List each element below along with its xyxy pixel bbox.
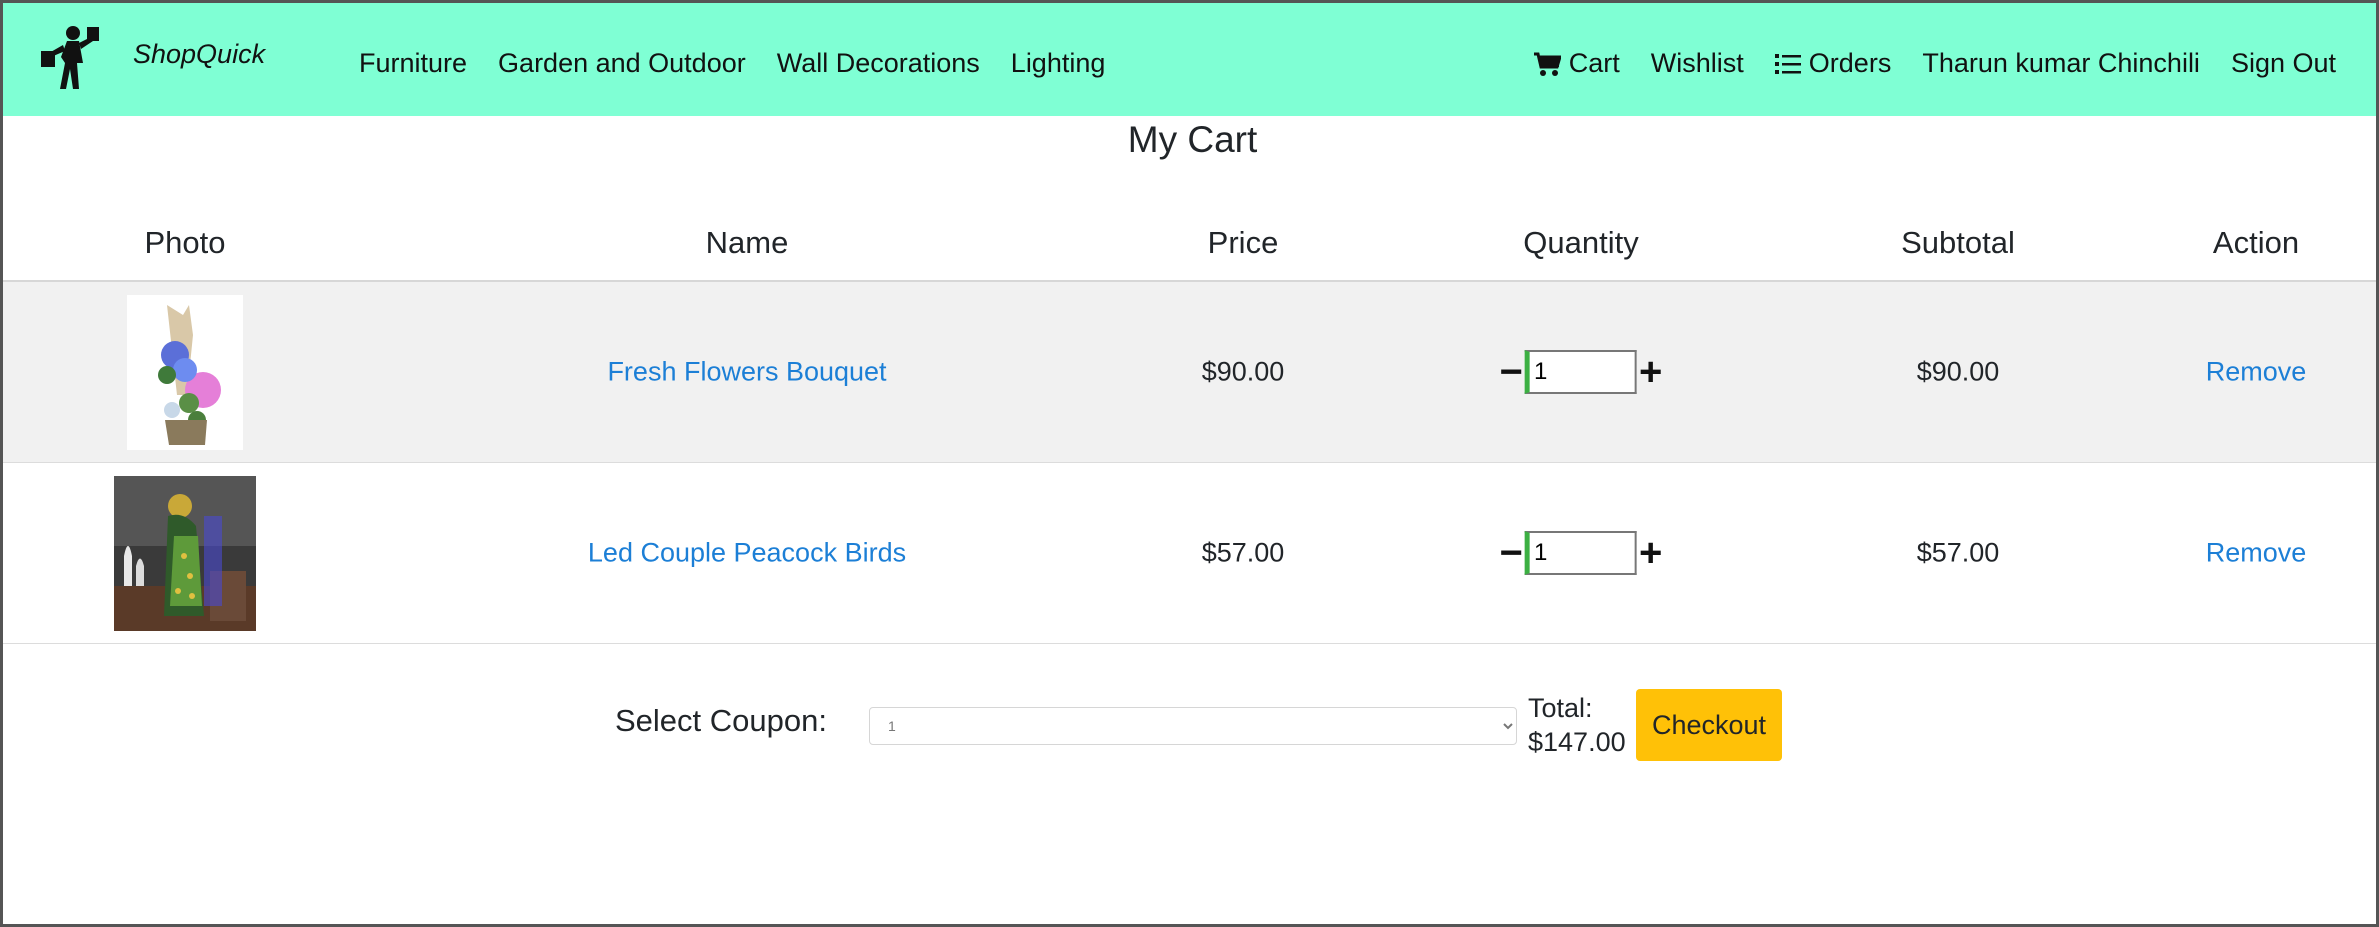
page-title: My Cart <box>1127 119 1258 160</box>
header-quantity: Quantity <box>1523 225 1639 260</box>
product-subtotal: $90.00 <box>1916 356 2000 387</box>
coupon-label: Select Coupon: <box>615 703 827 738</box>
total-label: Total: <box>1528 693 1593 723</box>
product-price: $57.00 <box>1201 537 1285 568</box>
remove-link[interactable]: Remove <box>2206 357 2307 388</box>
nav-user-name[interactable]: Tharun kumar Chinchili <box>1922 48 2200 79</box>
quantity-stepper: − + <box>1500 350 1662 394</box>
nav-furniture[interactable]: Furniture <box>359 48 467 79</box>
quantity-stepper: − + <box>1500 531 1662 575</box>
table-row: Fresh Flowers Bouquet $90.00 − + $90.00 … <box>3 282 2376 463</box>
coupon-select[interactable]: 1 <box>869 707 1517 745</box>
product-subtotal: $57.00 <box>1916 537 2000 568</box>
increment-button[interactable]: + <box>1639 352 1662 392</box>
header-photo: Photo <box>144 225 226 260</box>
nav-garden-outdoor[interactable]: Garden and Outdoor <box>498 48 746 79</box>
nav-orders-label: Orders <box>1808 48 1892 78</box>
navbar: ShopQuick Furniture Garden and Outdoor W… <box>3 3 2376 116</box>
total-value: $147.00 <box>1528 727 1626 757</box>
product-name-link[interactable]: Fresh Flowers Bouquet <box>607 357 886 388</box>
quantity-input[interactable] <box>1525 350 1637 394</box>
brand[interactable]: ShopQuick <box>39 23 265 93</box>
remove-link[interactable]: Remove <box>2206 538 2307 569</box>
header-price: Price <box>1207 225 1279 260</box>
nav-cart-label: Cart <box>1568 48 1620 78</box>
nav-wishlist[interactable]: Wishlist <box>1651 48 1744 79</box>
cart-icon <box>1533 52 1561 76</box>
product-name-link[interactable]: Led Couple Peacock Birds <box>588 538 906 569</box>
nav-orders[interactable]: Orders <box>1774 48 1892 79</box>
header-subtotal: Subtotal <box>1901 225 2015 260</box>
checkout-button[interactable]: Checkout <box>1636 689 1782 761</box>
nav-cart[interactable]: Cart <box>1533 48 1620 79</box>
decrement-button[interactable]: − <box>1500 533 1523 573</box>
user-nav: Cart Wishlist Orders Tharun kumar Chinch… <box>1502 48 2336 79</box>
nav-sign-out[interactable]: Sign Out <box>2231 48 2336 79</box>
product-photo <box>127 295 243 455</box>
category-nav: Furniture Garden and Outdoor Wall Decora… <box>359 48 1136 79</box>
nav-wall-decorations[interactable]: Wall Decorations <box>777 48 980 79</box>
increment-button[interactable]: + <box>1639 533 1662 573</box>
decrement-button[interactable]: − <box>1500 352 1523 392</box>
cart-total: Total: $147.00 <box>1528 691 1626 759</box>
brand-name: ShopQuick <box>133 38 266 69</box>
shopper-logo-icon <box>41 26 99 89</box>
table-row: Led Couple Peacock Birds $57.00 − + $57.… <box>3 463 2376 644</box>
cart-table: Photo Name Price Quantity Subtotal Actio… <box>3 225 2376 644</box>
product-photo <box>114 476 256 636</box>
table-header: Photo Name Price Quantity Subtotal Actio… <box>3 225 2376 282</box>
quantity-input[interactable] <box>1525 531 1637 575</box>
header-name: Name <box>705 225 789 260</box>
product-price: $90.00 <box>1201 356 1285 387</box>
header-action: Action <box>2212 225 2300 260</box>
nav-lighting[interactable]: Lighting <box>1011 48 1106 79</box>
cart-footer: Select Coupon: 1 Total: $147.00 Checkout <box>3 689 2379 769</box>
list-icon <box>1774 53 1801 74</box>
